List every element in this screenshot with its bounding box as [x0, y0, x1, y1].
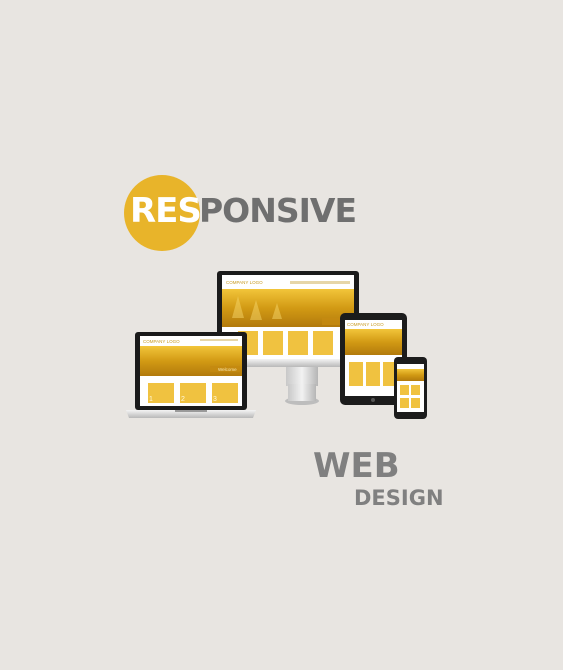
devices-illustration: COMPANY LOGO COMPANY LOGO Welcome 1 2 3 [126, 271, 427, 419]
smartphone [394, 357, 427, 419]
laptop-tile-3: 3 [213, 396, 217, 403]
tablet-logo-text: COMPANY LOGO [347, 322, 384, 327]
laptop-tile-2: 2 [181, 396, 185, 403]
design-title: DESIGN [354, 486, 444, 510]
laptop-tile-1: 1 [149, 396, 153, 403]
laptop-banner-text: Welcome [218, 367, 237, 372]
laptop: COMPANY LOGO Welcome 1 2 3 [126, 332, 256, 418]
laptop-logo-text: COMPANY LOGO [143, 339, 180, 344]
desktop-logo-text: COMPANY LOGO [226, 280, 263, 285]
web-title: WEB [313, 446, 400, 486]
